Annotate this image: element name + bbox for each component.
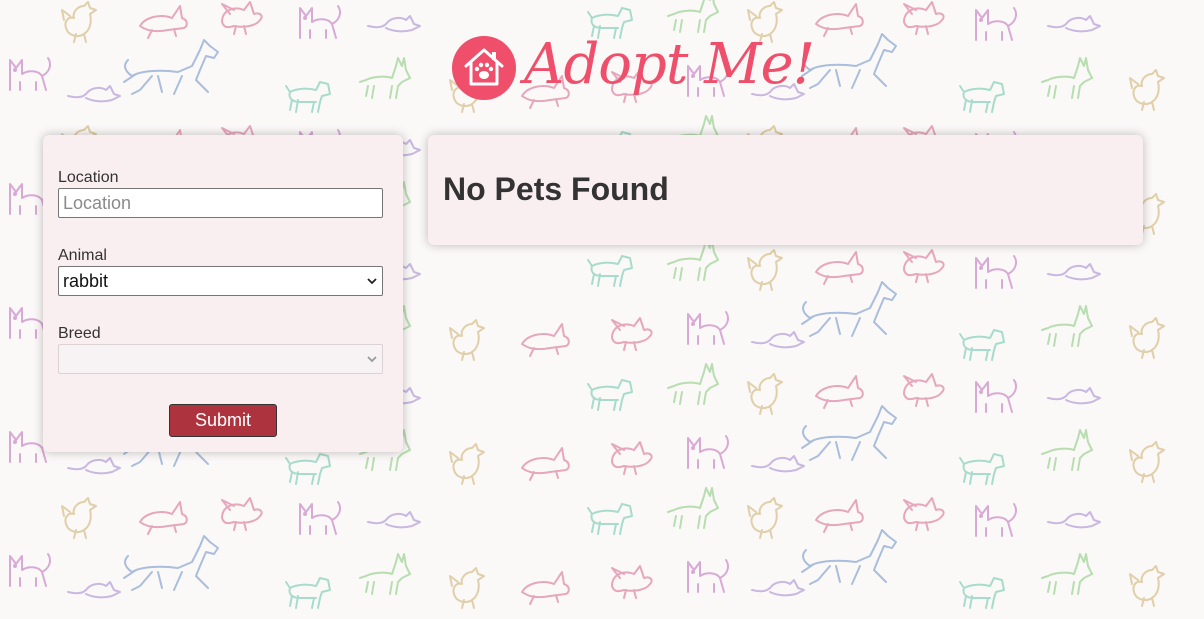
animal-label: Animal	[58, 247, 107, 264]
submit-button[interactable]: Submit	[169, 404, 277, 437]
pet-search-form: Location Animal rabbit Breed Submit	[43, 135, 403, 452]
breed-label: Breed	[58, 325, 101, 342]
breed-select[interactable]	[58, 344, 383, 374]
location-input[interactable]	[58, 188, 383, 218]
logo-wordmark: Adopt Me!	[524, 32, 815, 97]
chevron-down-icon	[367, 278, 377, 285]
results-panel: No Pets Found	[428, 135, 1143, 245]
house-paw-icon	[452, 36, 516, 100]
animal-select[interactable]: rabbit	[58, 266, 383, 296]
adopt-me-logo[interactable]: Adopt Me!	[452, 32, 815, 100]
location-label: Location	[58, 169, 119, 186]
no-pets-found-message: No Pets Found	[443, 171, 669, 207]
chevron-down-icon	[367, 356, 377, 363]
animal-select-value: rabbit	[63, 271, 109, 291]
